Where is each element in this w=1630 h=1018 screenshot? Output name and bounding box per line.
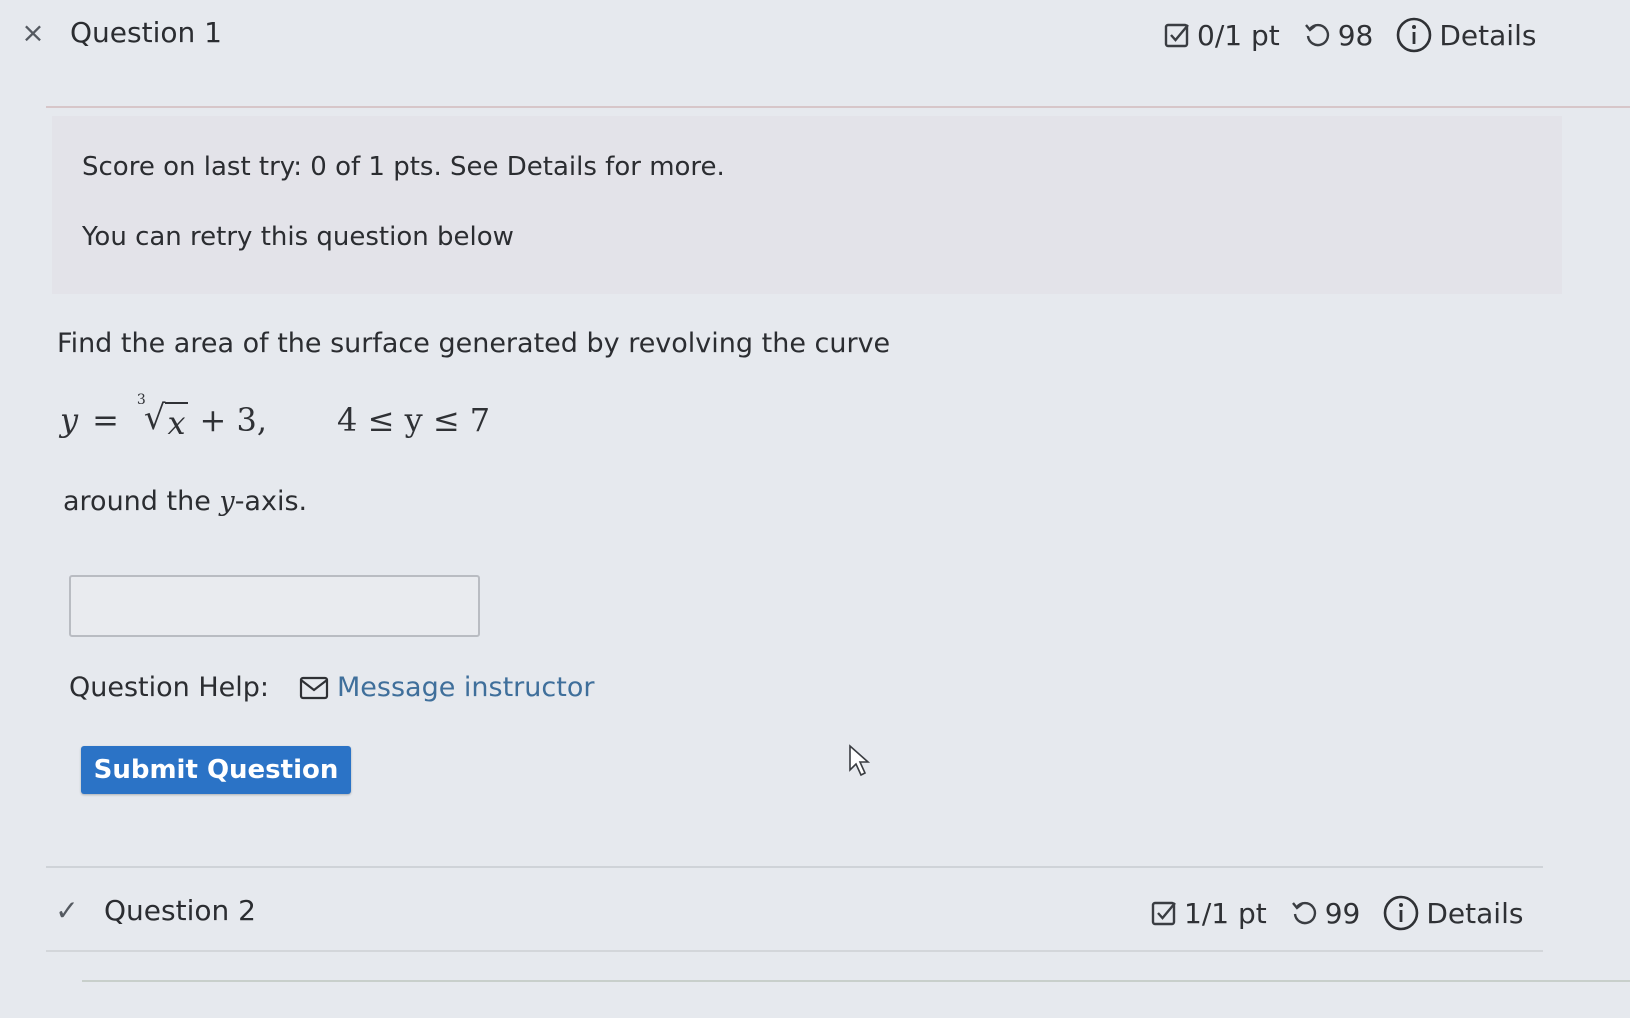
question-2-attempts: 99 bbox=[1289, 896, 1361, 930]
question-2-details-label: Details bbox=[1426, 896, 1524, 930]
checkbox-icon bbox=[1164, 23, 1189, 48]
equation-rest: + 3, bbox=[199, 401, 268, 439]
submit-question-button[interactable]: Submit Question bbox=[81, 746, 351, 794]
check-icon: ✓ bbox=[55, 894, 79, 927]
question-2-meta: 1/1 pt 99 Details bbox=[1150, 894, 1545, 932]
radical-sign: √ bbox=[143, 398, 166, 438]
question-2-points: 1/1 pt bbox=[1150, 897, 1267, 930]
question-1-title: Question 1 bbox=[70, 16, 222, 49]
question-2-divider bbox=[46, 950, 1543, 952]
equation-y: y bbox=[60, 401, 79, 439]
question-2-details-link[interactable]: Details bbox=[1382, 894, 1523, 932]
info-icon bbox=[1397, 17, 1432, 53]
score-panel: Score on last try: 0 of 1 pts. See Detai… bbox=[52, 116, 1562, 294]
around-var: y bbox=[219, 486, 235, 517]
mouse-pointer-icon bbox=[849, 744, 871, 777]
question-2-attempts-text: 99 bbox=[1324, 896, 1361, 930]
question-1-title-group[interactable]: × Question 1 bbox=[18, 16, 222, 49]
question-1-attempts-text: 98 bbox=[1337, 18, 1374, 52]
question-2-title: Question 2 bbox=[104, 894, 256, 927]
info-icon bbox=[1384, 895, 1419, 931]
question-1-points: 0/1 pt bbox=[1163, 19, 1280, 52]
envelope-icon bbox=[299, 676, 329, 699]
retry-icon bbox=[1291, 901, 1316, 925]
question-1-bottom-divider bbox=[46, 866, 1543, 868]
checkbox-icon bbox=[1151, 901, 1176, 926]
radicand: x bbox=[165, 402, 188, 442]
equation-equals: = bbox=[92, 401, 119, 439]
cube-root: 3 √ x bbox=[137, 392, 188, 442]
score-last-try-text: Score on last try: 0 of 1 pts. See Detai… bbox=[82, 152, 725, 182]
question-2-header: ✓ Question 2 1/1 pt 99 Details bbox=[0, 878, 1630, 948]
problem-equation: y = 3 √ x + 3, 4 ≤ y ≤ 7 bbox=[60, 392, 491, 442]
retry-icon bbox=[1304, 23, 1329, 47]
close-icon: × bbox=[21, 16, 45, 49]
message-instructor-label: Message instructor bbox=[337, 672, 595, 703]
question-2-bottom-edge bbox=[82, 980, 1630, 982]
problem-prompt: Find the area of the surface generated b… bbox=[57, 328, 891, 359]
question-help: Question Help: Message instructor bbox=[69, 672, 594, 703]
question-1-header: × Question 1 0/1 pt 98 Details bbox=[0, 0, 1630, 70]
question-1-points-text: 0/1 pt bbox=[1197, 18, 1280, 52]
question-2-title-group[interactable]: ✓ Question 2 bbox=[52, 894, 256, 927]
question-1-details-label: Details bbox=[1439, 18, 1537, 52]
retry-hint-text: You can retry this question below bbox=[82, 222, 514, 252]
problem-axis-text: around the y-axis. bbox=[63, 486, 307, 517]
question-2-points-text: 1/1 pt bbox=[1184, 896, 1267, 930]
answer-input[interactable] bbox=[69, 575, 480, 637]
equation-constraint: 4 ≤ y ≤ 7 bbox=[337, 401, 491, 439]
around-suffix: -axis. bbox=[234, 486, 308, 517]
question-1-attempts: 98 bbox=[1302, 18, 1374, 52]
message-instructor-link[interactable]: Message instructor bbox=[299, 672, 594, 703]
around-prefix: around the bbox=[63, 486, 220, 517]
question-help-label: Question Help: bbox=[69, 672, 269, 703]
question-1-divider bbox=[46, 106, 1630, 108]
question-1-meta: 0/1 pt 98 Details bbox=[1163, 16, 1558, 54]
question-1-details-link[interactable]: Details bbox=[1395, 16, 1536, 54]
root-index: 3 bbox=[136, 392, 146, 408]
